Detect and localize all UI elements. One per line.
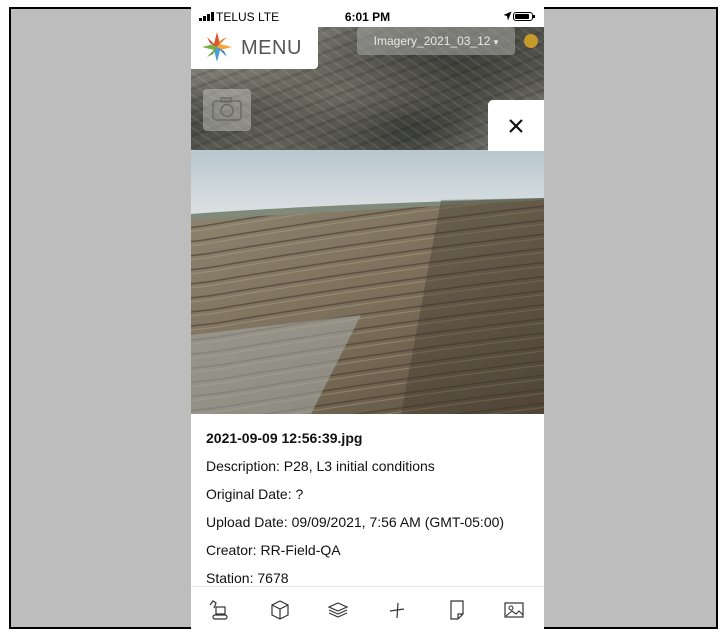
close-icon xyxy=(509,118,523,133)
status-time: 6:01 PM xyxy=(344,10,391,24)
compass-star-logo xyxy=(202,32,232,62)
menu-button[interactable]: MENU xyxy=(191,25,318,69)
field-photo[interactable] xyxy=(191,150,544,414)
photo-description: Description: P28, L3 initial conditions xyxy=(206,449,536,477)
location-arrow-icon xyxy=(503,11,512,21)
phone-screen: TELUS LTE 6:01 PM MENU Imagery_2021_03_1… xyxy=(191,7,544,633)
description-text: Description: P28, L3 initial conditions xyxy=(206,458,435,474)
image-icon[interactable] xyxy=(503,599,525,621)
photo-original-date: Original Date: ? xyxy=(206,477,536,505)
field-photo-image xyxy=(191,150,544,414)
cube-icon[interactable] xyxy=(269,599,291,621)
note-icon[interactable] xyxy=(446,599,468,621)
menu-label: MENU xyxy=(241,37,302,59)
photo-filename: 2021-09-09 12:56:39.jpg xyxy=(206,421,536,449)
chevron-down-icon: ▾ xyxy=(493,37,499,47)
measure-icon[interactable] xyxy=(386,599,408,621)
photo-station: Station: 7678 xyxy=(206,561,536,589)
original-date-text: Original Date: ? xyxy=(206,486,304,502)
photo-details: 2021-09-09 12:56:39.jpg Description: P28… xyxy=(206,421,536,589)
filename-text: 2021-09-09 12:56:39.jpg xyxy=(206,430,363,446)
station-text: Station: 7678 xyxy=(206,570,289,586)
photo-upload-date: Upload Date: 09/09/2021, 7:56 AM (GMT-05… xyxy=(206,505,536,533)
creator-text: Creator: RR-Field-QA xyxy=(206,542,341,558)
close-button[interactable] xyxy=(488,100,544,151)
layers-icon[interactable] xyxy=(327,599,349,621)
excavator-icon[interactable] xyxy=(208,599,230,621)
bottom-toolbar xyxy=(191,586,544,633)
camera-icon xyxy=(212,97,242,121)
battery-icon xyxy=(513,12,535,21)
imagery-selected-value: Imagery_2021_03_12 xyxy=(373,34,491,48)
info-dot-icon[interactable] xyxy=(524,34,538,48)
upload-date-text: Upload Date: 09/09/2021, 7:56 AM (GMT-05… xyxy=(206,514,505,530)
photo-creator: Creator: RR-Field-QA xyxy=(206,533,536,561)
camera-button[interactable] xyxy=(203,89,251,131)
status-bar: TELUS LTE 6:01 PM xyxy=(191,7,544,27)
imagery-dropdown[interactable]: Imagery_2021_03_12 ▾ xyxy=(357,27,515,55)
